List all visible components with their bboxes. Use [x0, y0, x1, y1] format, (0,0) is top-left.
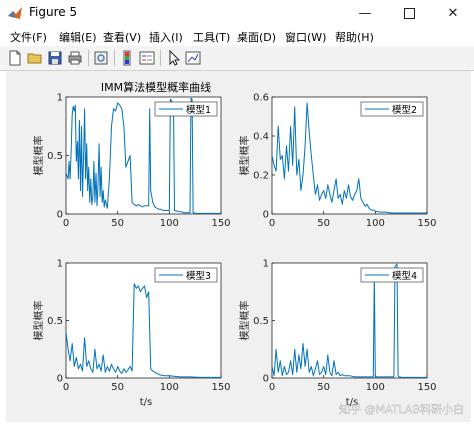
menu-bar: 文件(F) 编辑(E) 查看(V) 插入(I) 工具(T) 桌面(D) 窗口(W… — [0, 26, 474, 46]
title-bar: Figure 5 — ✕ — [0, 0, 474, 26]
x-axis-label-left: t/s — [140, 397, 153, 408]
y-axis-label: 模型概率 — [238, 136, 251, 176]
legend-label: 模型1 — [186, 104, 211, 116]
colorbar-icon[interactable] — [118, 49, 136, 67]
y-axis-label: 模型概率 — [32, 136, 45, 176]
y-axis-label: 模型概率 — [32, 301, 45, 341]
subplot-2: 0 50 100 150 0 0.2 0.4 0.6 模型概率 模型2 — [238, 93, 437, 230]
menu-file[interactable]: 文件(F) — [10, 29, 47, 45]
watermark: 知乎 @MATLAB科研小白 — [339, 402, 464, 416]
figure-canvas: IMM算法模型概率曲线 0 50 100 150 0 0.5 1 模型概率 模型1 0 50 100 1… — [6, 71, 471, 422]
toolbar-separator — [160, 50, 161, 66]
y-tick-label: 0.2 — [253, 171, 269, 182]
minimize-icon: — — [358, 5, 372, 21]
minimize-button[interactable]: — — [348, 0, 382, 26]
new-file-icon[interactable] — [6, 49, 24, 67]
pointer-icon[interactable] — [164, 49, 182, 67]
x-tick-label: 50 — [111, 218, 124, 229]
toolbar — [0, 46, 474, 71]
toolbar-separator — [88, 50, 89, 66]
legend-label: 模型3 — [186, 270, 211, 282]
maximize-icon — [403, 7, 415, 19]
x-tick-label: 50 — [317, 382, 330, 393]
y-tick-label: 1 — [57, 93, 63, 104]
y-tick-label: 0.5 — [47, 151, 63, 162]
open-folder-icon[interactable] — [26, 49, 44, 67]
y-tick-label: 0.5 — [253, 316, 269, 327]
y-tick-label: 0 — [263, 374, 269, 385]
y-tick-label: 0.6 — [253, 93, 269, 104]
menu-edit[interactable]: 编辑(E) — [59, 29, 97, 45]
matlab-logo-icon — [8, 7, 22, 19]
y-tick-label: 0.4 — [253, 132, 269, 143]
menu-help[interactable]: 帮助(H) — [335, 29, 374, 45]
x-tick-label: 0 — [269, 218, 275, 229]
maximize-button[interactable] — [392, 0, 426, 26]
window-title: Figure 5 — [29, 5, 78, 19]
toolbar-separator — [114, 50, 115, 66]
x-tick-label: 100 — [160, 218, 179, 229]
x-tick-label: 100 — [160, 382, 179, 393]
x-tick-label: 150 — [417, 218, 436, 229]
x-tick-label: 50 — [317, 218, 330, 229]
figure-plots: IMM算法模型概率曲线 0 50 100 15000.51模型概率模型10 50 100 1… — [32, 80, 464, 416]
x-tick-label: 0 — [63, 382, 69, 393]
x-tick-label: 150 — [211, 218, 230, 229]
y-tick-label: 0 — [57, 210, 63, 221]
x-tick-label: 0 — [63, 218, 69, 229]
save-icon[interactable] — [46, 49, 64, 67]
menu-insert[interactable]: 插入(I) — [149, 29, 183, 45]
menu-desktop[interactable]: 桌面(D) — [237, 29, 276, 45]
x-tick-label: 100 — [366, 218, 385, 229]
y-tick-label: 0 — [263, 210, 269, 221]
menu-view[interactable]: 查看(V) — [103, 29, 141, 45]
x-tick-label: 100 — [366, 382, 385, 393]
y-tick-label: 0.5 — [47, 316, 63, 327]
figure-title: IMM算法模型概率曲线 — [101, 80, 211, 94]
y-axis-label: 模型概率 — [238, 301, 251, 341]
x-tick-label: 50 — [111, 382, 124, 393]
x-tick-label: 150 — [417, 382, 436, 393]
print-icon[interactable] — [66, 49, 84, 67]
legend-icon[interactable] — [138, 49, 156, 67]
legend-label: 模型4 — [392, 270, 417, 282]
x-tick-label: 0 — [269, 382, 275, 393]
subplot-3: 0 50 100 150 0 0.5 1 模型概率 模型3 — [32, 259, 231, 394]
subplot-4: 0 50 100 150 0 0.5 1 模型概率 模型4 — [238, 259, 437, 394]
legend-label: 模型2 — [392, 104, 417, 116]
menu-window[interactable]: 窗口(W) — [285, 29, 326, 45]
datacursor-icon[interactable] — [184, 49, 202, 67]
x-tick-label: 150 — [211, 382, 230, 393]
print-preview-icon[interactable] — [92, 49, 110, 67]
menu-tools[interactable]: 工具(T) — [193, 29, 230, 45]
close-icon: ✕ — [447, 5, 459, 21]
y-tick-label: 1 — [263, 259, 269, 270]
y-tick-label: 0 — [57, 374, 63, 385]
close-button[interactable]: ✕ — [436, 0, 470, 26]
y-tick-label: 1 — [57, 259, 63, 270]
subplot-1: 0 50 100 150 0 0.5 1 模型概率 模型1 — [32, 93, 231, 230]
